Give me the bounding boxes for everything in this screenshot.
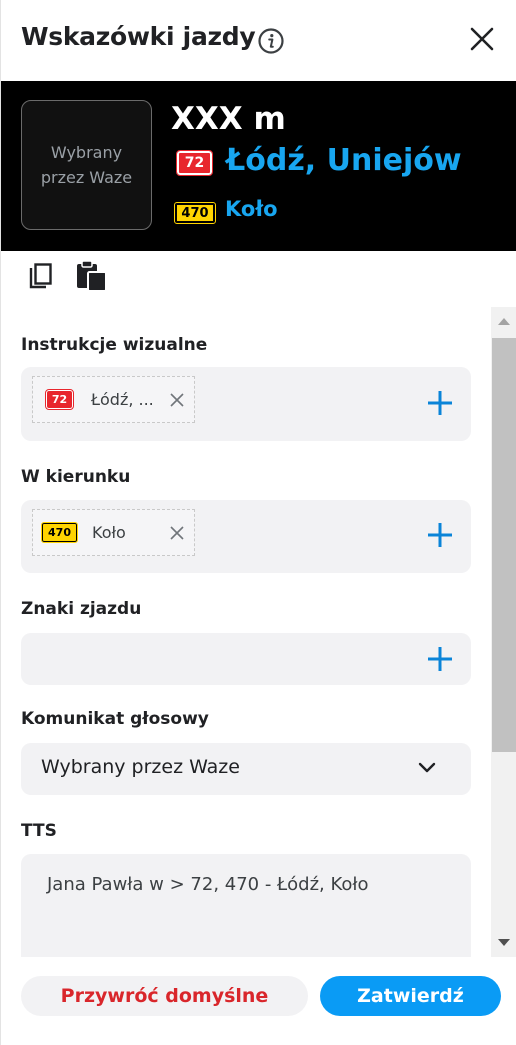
instruction-form: Instrukcje wizualne 72 Łódź, ... W kieru…: [1, 307, 516, 957]
chip-text: Koło: [92, 523, 126, 542]
panel-header: Wskazówki jazdy: [1, 0, 516, 81]
preview-secondary-destination: Koło: [225, 197, 278, 221]
visual-instructions-field: 72 Łódź, ...: [21, 367, 471, 441]
scroll-down-arrow-icon[interactable]: [491, 935, 516, 951]
voice-prompt-value: Wybrany przez Waze: [41, 756, 240, 778]
close-icon[interactable]: [467, 24, 497, 54]
driving-directions-panel: Wskazówki jazdy Wybrany przez Waze XXX m…: [0, 0, 516, 1045]
chip-text: Łódź, ...: [91, 390, 154, 409]
restore-defaults-button[interactable]: Przywróć domyślne: [21, 976, 308, 1016]
confirm-button[interactable]: Zatwierdź: [320, 976, 501, 1016]
preview-image-placeholder-text: Wybrany przez Waze: [40, 143, 133, 187]
copy-icon[interactable]: [27, 262, 55, 292]
scroll-up-arrow-icon[interactable]: [491, 313, 516, 329]
scrollbar-thumb[interactable]: [492, 338, 516, 752]
preview-distance: XXX m: [171, 101, 286, 137]
paste-icon[interactable]: [75, 259, 109, 293]
towards-label: W kierunku: [21, 467, 131, 487]
voice-prompt-label: Komunikat głosowy: [21, 709, 209, 729]
add-exit-sign-icon[interactable]: [426, 645, 454, 673]
chevron-down-icon: [418, 762, 436, 773]
tts-input[interactable]: Jana Pawła w > 72, 470 - Łódź, Koło: [21, 854, 471, 957]
preview-image-placeholder: Wybrany przez Waze: [21, 100, 152, 230]
road-shield-yellow: 470: [174, 202, 216, 224]
tts-label: TTS: [21, 821, 57, 841]
road-shield-red: 72: [176, 150, 213, 176]
remove-icon[interactable]: [169, 392, 185, 408]
form-scrollbar[interactable]: [491, 307, 516, 957]
exit-signs-field: [21, 633, 471, 685]
visual-instructions-label: Instrukcje wizualne: [21, 335, 208, 355]
info-icon[interactable]: [257, 27, 285, 55]
voice-prompt-select[interactable]: Wybrany przez Waze: [21, 743, 471, 795]
road-shield-red: 72: [45, 389, 74, 410]
add-visual-instruction-icon[interactable]: [426, 389, 454, 417]
visual-instruction-chip[interactable]: 72 Łódź, ...: [32, 376, 195, 423]
add-towards-icon[interactable]: [426, 521, 454, 549]
panel-footer: Przywróć domyślne Zatwierdź: [1, 957, 516, 1045]
road-shield-yellow: 470: [41, 522, 78, 543]
remove-icon[interactable]: [169, 525, 185, 541]
exit-signs-label: Znaki zjazdu: [21, 599, 142, 619]
preview-primary-destination: Łódź, Uniejów: [226, 143, 462, 178]
panel-title: Wskazówki jazdy: [21, 22, 256, 51]
towards-field: 470 Koło: [21, 500, 471, 573]
towards-chip[interactable]: 470 Koło: [32, 509, 195, 556]
instruction-preview: Wybrany przez Waze XXX m 72 Łódź, Uniejó…: [1, 81, 516, 251]
